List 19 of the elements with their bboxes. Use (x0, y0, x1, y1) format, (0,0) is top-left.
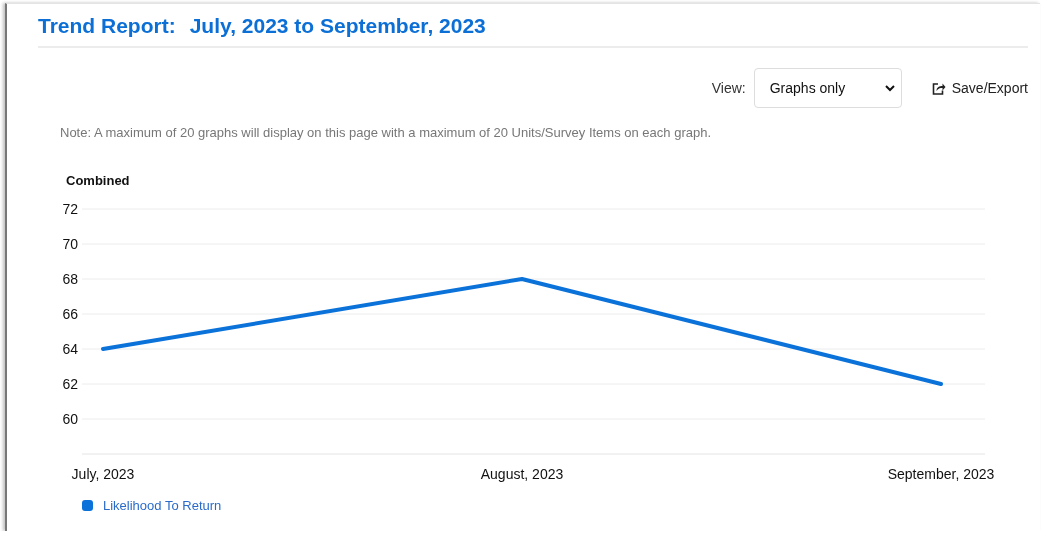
save-export-link[interactable]: Save/Export (931, 80, 1028, 96)
view-label: View: (711, 80, 746, 96)
y-axis-label: 64 (62, 341, 78, 357)
x-axis-label: July, 2023 (71, 466, 135, 482)
note-text: Note: A maximum of 20 graphs will display on this page with a maximum of 20 Units/Survey Items on each graph. (60, 125, 713, 140)
legend-label[interactable]: Likelihood To Return (103, 498, 222, 513)
view-select[interactable]: Graphs only (753, 68, 902, 108)
y-axis-label: 60 (62, 411, 78, 427)
x-axis-label: August, 2023 (480, 466, 564, 482)
graph-title: Combined (66, 173, 131, 188)
y-axis-label: 62 (62, 376, 78, 392)
y-axis-label: 68 (62, 271, 78, 287)
x-axis-label: September, 2023 (887, 466, 995, 482)
report-title: Trend Report: (38, 14, 176, 38)
y-axis-label: 70 (62, 236, 78, 252)
report-period: July, 2023 to September, 2023 (189, 14, 486, 38)
y-axis-label: 72 (62, 201, 78, 217)
y-axis-label: 66 (62, 306, 78, 322)
share-icon (931, 81, 946, 95)
